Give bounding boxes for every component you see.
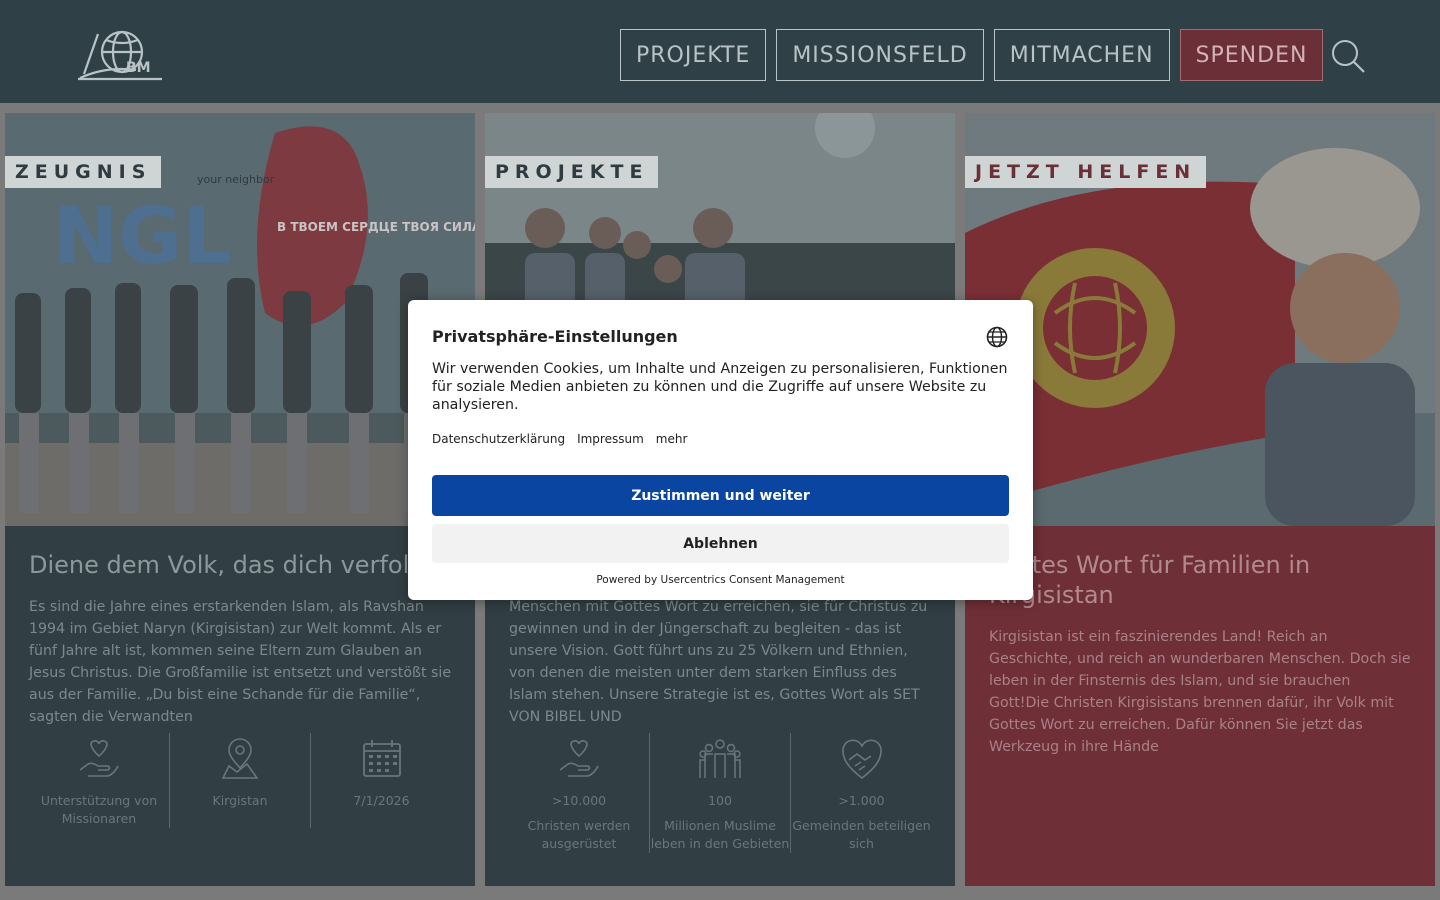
logo-text: BM [126, 60, 151, 76]
dialog-text: Wir verwenden Cookies, um Inhalte und An… [432, 361, 1008, 413]
calendar-icon [362, 740, 401, 777]
powered-by-text: Powered by Usercentrics Consent Manageme… [596, 574, 845, 586]
image-text-ngl: NGL [53, 192, 232, 282]
stat-value: >10.000 [551, 793, 607, 808]
card-tag: PROJEKTE [485, 156, 659, 188]
link-mehr[interactable]: mehr [656, 432, 688, 446]
stat-item: Unterstützung von Missionaren [29, 733, 170, 828]
stat-item: >1.000 Gemeinden beteiligen sich [791, 733, 932, 853]
hand-heart-icon [559, 740, 599, 777]
deny-button[interactable]: Ablehnen [432, 524, 1009, 563]
stat-label: Unterstützung von Missionaren [40, 793, 158, 826]
stat-label: 7/1/2026 [353, 793, 410, 808]
language-globe-icon[interactable] [986, 326, 1008, 348]
stat-label: Kirgistan [212, 793, 268, 808]
link-impressum[interactable]: Impressum [577, 432, 644, 446]
card-jetzt-helfen[interactable]: JETZT HELFEN Gottes Wort für Familien in… [965, 113, 1435, 886]
people-group-icon [699, 739, 741, 778]
card-tag: JETZT HELFEN [965, 156, 1207, 188]
stat-value: 100 [708, 793, 732, 808]
accept-button[interactable]: Zustimmen und weiter [432, 475, 1009, 516]
nav-projekte[interactable]: PROJEKTE [620, 29, 767, 81]
site-header: BM PROJEKTE MISSIONSFELD MITMACHEN SPEND… [0, 0, 1440, 103]
card-tag: ZEUGNIS [5, 156, 162, 188]
dialog-title: Privatsphäre-Einstellungen [432, 327, 678, 346]
search-icon[interactable] [1330, 38, 1366, 74]
card-text: Menschen mit Gottes Wort zu erreichen, s… [509, 599, 928, 725]
stat-label: Christen werden ausgerüstet [527, 818, 631, 851]
logo-icon[interactable]: BM [76, 26, 166, 84]
link-datenschutz[interactable]: Datenschutzerklärung [432, 432, 565, 446]
hand-heart-icon [79, 740, 119, 777]
image-text-neighbor: your neighbor [197, 173, 275, 186]
stat-item: Kirgistan [170, 733, 311, 828]
card-stats: Unterstützung von Missionaren Kirgistan [29, 733, 454, 828]
main-nav: PROJEKTE MISSIONSFELD MITMACHEN SPENDEN [620, 29, 1324, 81]
card-title[interactable]: Diene dem Volk, das dich verfolgt [29, 550, 459, 580]
stat-value: >1.000 [838, 793, 885, 808]
card-zeugnis[interactable]: NGL your neighbor В ТВОЕМ СЕРДЦЕ ТВОЯ СИ… [5, 113, 475, 886]
privacy-dialog: Privatsphäre-Einstellungen Wir verwenden… [408, 300, 1033, 600]
stat-label: Gemeinden beteiligen sich [792, 818, 931, 851]
card-text: Es sind die Jahre eines erstarkenden Isl… [29, 599, 452, 725]
stat-item: 7/1/2026 [311, 733, 452, 828]
stat-item: >10.000 Christen werden ausgerüstet [509, 733, 650, 853]
card-stats: >10.000 Christen werden ausgerüstet 100 … [509, 733, 934, 853]
card-title[interactable]: Gottes Wort für Familien in Kirgisistan [989, 550, 1419, 610]
nav-mitmachen[interactable]: MITMACHEN [993, 29, 1170, 81]
handshake-heart-icon [841, 739, 882, 780]
stat-item: 100 Millionen Muslime leben in den Gebie… [650, 733, 791, 853]
dialog-links: Datenschutzerklärung Impressum mehr [432, 432, 687, 446]
map-pin-icon [221, 738, 259, 779]
nav-spenden[interactable]: SPENDEN [1179, 29, 1324, 81]
card-text: Kirgisistan ist ein faszinierendes Land!… [989, 629, 1411, 755]
image-text-cyrillic: В ТВОЕМ СЕРДЦЕ ТВОЯ СИЛА [277, 220, 475, 234]
stat-label: Millionen Muslime leben in den Gebieten [650, 818, 790, 851]
nav-missionsfeld[interactable]: MISSIONSFELD [776, 29, 984, 81]
